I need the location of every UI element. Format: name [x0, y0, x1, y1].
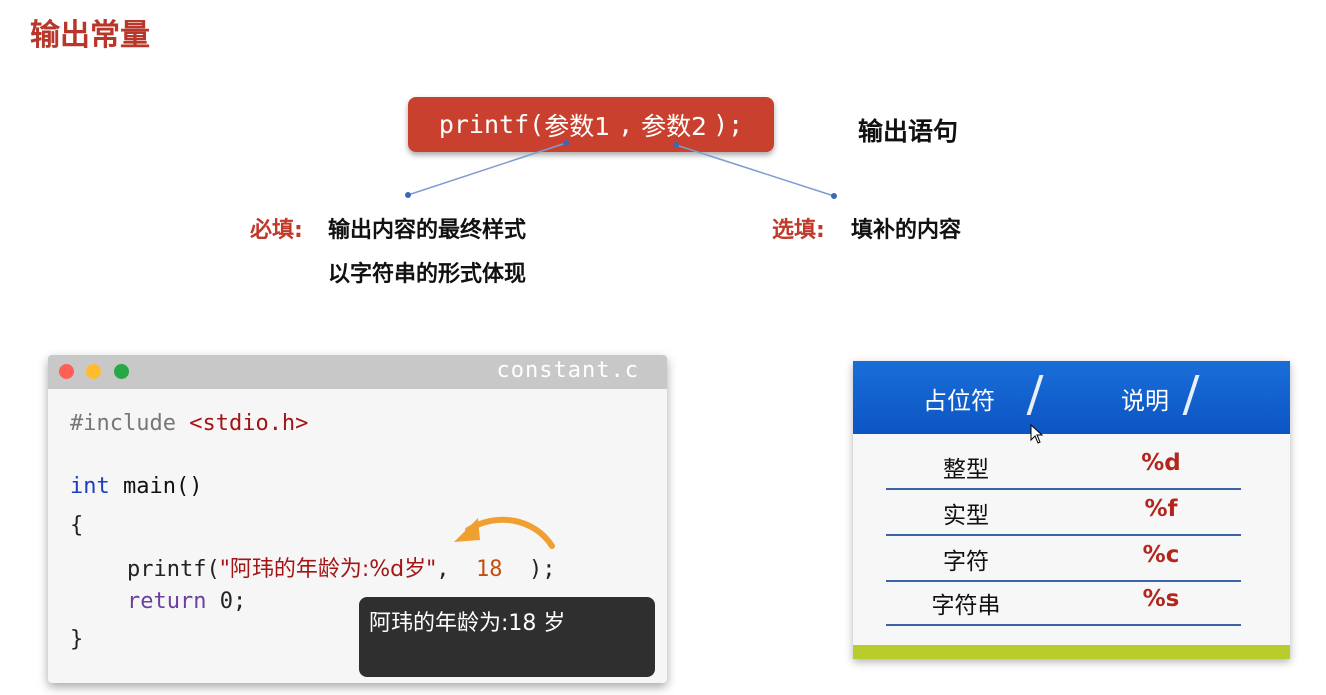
- arg-comma: ,: [436, 557, 450, 582]
- printf-suffix: );: [713, 110, 744, 139]
- row-format: %c: [1142, 542, 1180, 568]
- row-format: %d: [1141, 450, 1181, 476]
- code-line-main: int main(): [70, 474, 202, 499]
- row-format: %s: [1142, 586, 1180, 612]
- printf-prefix: printf(: [438, 110, 545, 139]
- row-type: 整型: [943, 457, 989, 483]
- table-row: 整型 %d: [886, 442, 1241, 490]
- printf-signature: printf( 参数1 , 参数2 );: [408, 97, 774, 152]
- minimize-dot-icon[interactable]: [86, 364, 101, 379]
- table-footer-bar: [853, 645, 1290, 659]
- header-divider-icon: [1026, 375, 1044, 415]
- param1-label: 参数1: [544, 111, 611, 141]
- row-type: 字符: [943, 549, 989, 575]
- main-signature: main(): [123, 474, 203, 499]
- printf-close: );: [529, 557, 556, 582]
- required-desc-line2: 以字符串的形式体现: [328, 262, 527, 287]
- keyword-return: return: [127, 589, 207, 614]
- table-row: 字符串 %s: [886, 578, 1241, 626]
- optional-desc: 填补的内容: [851, 218, 962, 243]
- row-type: 字符串: [931, 593, 1001, 619]
- format-specifier-table: 占位符 说明 整型 %d 实型 %f 字符 %c 字符串 %s: [853, 361, 1290, 659]
- mouse-cursor-icon: [1030, 424, 1044, 444]
- keyword-int: int: [70, 474, 110, 499]
- return-value: 0;: [219, 589, 247, 614]
- table-header: 占位符 说明: [853, 361, 1290, 434]
- row-format: %f: [1144, 496, 1178, 522]
- required-desc-line1: 输出内容的最终样式: [328, 218, 527, 243]
- code-filename: constant.c: [496, 358, 639, 383]
- code-line-open-brace: {: [70, 513, 84, 538]
- maximize-dot-icon[interactable]: [114, 364, 129, 379]
- page-title: 输出常量: [30, 18, 150, 53]
- code-line-include: #include <stdio.h>: [70, 411, 308, 436]
- param2-label: 参数2: [641, 111, 708, 141]
- optional-label: 选填:: [772, 218, 825, 243]
- required-label: 必填:: [250, 218, 303, 243]
- header-description: 说明: [1121, 387, 1169, 415]
- header-placeholder: 占位符: [923, 387, 995, 415]
- include-directive: #include: [70, 411, 176, 436]
- format-string: "阿玮的年龄为:%d岁": [219, 557, 437, 582]
- param-separator: ,: [618, 110, 634, 139]
- include-header: <stdio.h>: [189, 411, 309, 436]
- printf-arg: 18: [476, 557, 503, 582]
- code-titlebar: constant.c: [48, 355, 667, 389]
- console-output-box: 阿玮的年龄为:18 岁: [359, 597, 655, 677]
- table-row: 实型 %f: [886, 488, 1241, 536]
- table-row: 字符 %c: [886, 534, 1241, 582]
- close-dot-icon[interactable]: [59, 364, 74, 379]
- row-type: 实型: [943, 503, 989, 529]
- header-divider-icon: [1182, 375, 1200, 415]
- code-line-close-brace: }: [70, 627, 84, 652]
- printf-call: printf(: [127, 557, 220, 582]
- code-line-return: return 0;: [127, 589, 246, 614]
- output-statement-label: 输出语句: [858, 117, 959, 146]
- code-line-printf: printf("阿玮的年龄为:%d岁", 18 );: [127, 551, 556, 583]
